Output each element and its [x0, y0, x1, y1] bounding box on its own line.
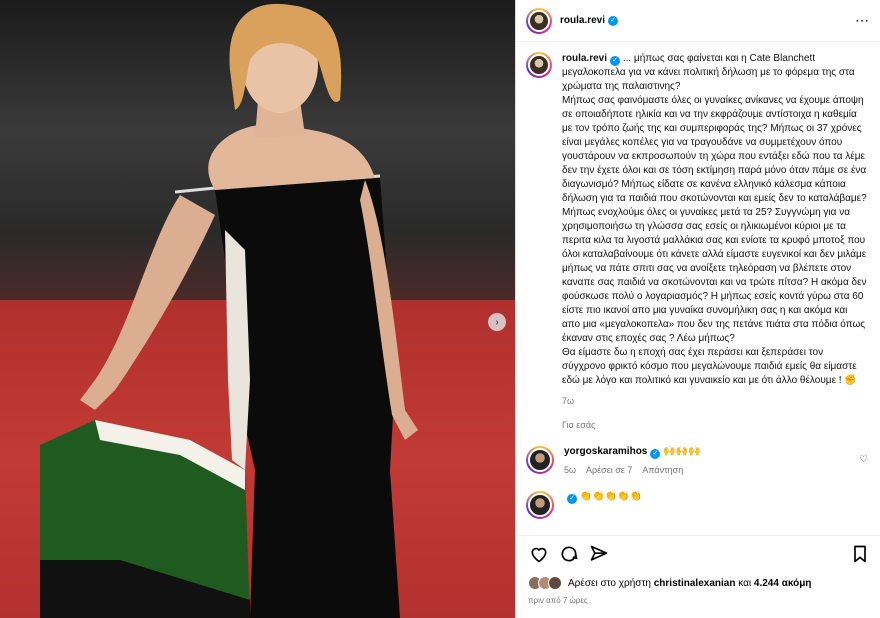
chevron-right-icon: ›: [495, 316, 499, 328]
likes-summary[interactable]: Αρέσει στο χρήστη christinalexanian και …: [528, 576, 871, 590]
comment-likes[interactable]: Αρέσει σε 7: [586, 465, 632, 475]
avatar[interactable]: [526, 7, 552, 34]
comment-text: 🙌🙌🙌: [663, 446, 701, 457]
caption-username[interactable]: roula.revi: [562, 53, 607, 64]
verified-icon: ✓: [567, 494, 577, 504]
heart-icon[interactable]: [528, 543, 550, 565]
carousel-next-button[interactable]: ›: [488, 313, 506, 331]
posted-time[interactable]: πριν από 7 ώρες: [528, 596, 871, 605]
more-options-icon[interactable]: ⋯: [855, 12, 870, 29]
post-header: roula.revi ✓ ⋯: [516, 0, 880, 42]
woman-in-black-dress-illustration: [40, 3, 418, 618]
translate-link[interactable]: Για εσάς: [562, 420, 868, 430]
reply-button[interactable]: Απάντηση: [642, 465, 683, 475]
share-icon[interactable]: [588, 543, 610, 565]
caption: roula.revi ✓ ... μήπως σας φαίνεται και η…: [526, 52, 868, 406]
likes-count[interactable]: 4.244 ακόμη: [754, 578, 812, 589]
caption-text-block: roula.revi ✓ ... μήπως σας φαίνεται και η…: [562, 52, 868, 388]
comment-like-heart-icon[interactable]: ♡: [859, 454, 868, 465]
comment-avatar[interactable]: [526, 446, 554, 474]
caption-time[interactable]: 7ω: [562, 396, 868, 406]
likes-prefix: Αρέσει στο χρήστη: [568, 577, 651, 589]
comment-avatar[interactable]: [526, 491, 554, 519]
comment-item: ✓ 👏👏👏👏👏: [526, 491, 868, 519]
caption-text: ... μήπως σας φαίνεται και η Cate Blanch…: [562, 53, 867, 386]
comment-item: yorgoskaramihos ✓ 🙌🙌🙌 5ω Αρέσει σε 7 Απάν…: [526, 446, 868, 475]
verified-icon: ✓: [650, 449, 661, 459]
liker-username[interactable]: christinalexanian: [654, 578, 736, 589]
post-image[interactable]: ›: [0, 0, 515, 618]
post-sidebar: roula.revi ✓ ⋯ roula.revi ✓ ... μήπως σας…: [515, 0, 880, 618]
bookmark-icon[interactable]: [849, 543, 871, 565]
verified-icon: ✓: [610, 56, 621, 66]
comment-text: 👏👏👏👏👏: [579, 491, 643, 502]
post-dialog: › roula.revi ✓ ⋯ roula.revi ✓ ... μήπως σ…: [0, 0, 880, 618]
verified-icon: ✓: [608, 15, 619, 26]
likes-joiner: και: [738, 577, 752, 589]
action-bar: Αρέσει στο χρήστη christinalexanian και …: [516, 535, 880, 605]
comments-section[interactable]: roula.revi ✓ ... μήπως σας φαίνεται και η…: [516, 42, 880, 535]
caption-avatar[interactable]: [526, 52, 552, 78]
comment-icon[interactable]: [558, 543, 580, 565]
header-username[interactable]: roula.revi: [560, 15, 605, 26]
comment-username[interactable]: yorgoskaramihos: [564, 446, 647, 457]
liker-avatars: [528, 576, 562, 590]
comment-time[interactable]: 5ω: [564, 465, 576, 475]
